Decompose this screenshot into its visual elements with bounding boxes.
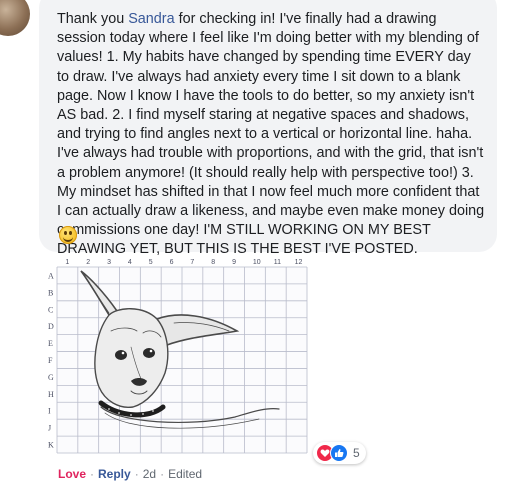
author-link[interactable]: Sandra: [128, 11, 174, 27]
grid-column-label: 6: [170, 259, 174, 266]
grid-row-label: I: [48, 407, 51, 416]
timestamp[interactable]: 2d: [143, 467, 156, 481]
grid-column-label: 7: [190, 259, 194, 266]
separator: ·: [90, 467, 95, 481]
grid-row-label: B: [48, 288, 53, 297]
love-link[interactable]: Love: [58, 467, 86, 481]
grid-column-label: 11: [274, 259, 281, 266]
grid-column-label: 3: [107, 259, 111, 266]
grid-column-label: 9: [232, 259, 236, 266]
grid-row-label: C: [48, 305, 53, 314]
grid-row-label: E: [48, 339, 53, 348]
reply-link[interactable]: Reply: [98, 467, 131, 481]
reaction-count: 5: [353, 446, 360, 460]
grid-column-label: 8: [211, 259, 215, 266]
grid-column-label: 5: [149, 259, 153, 266]
grid-column-label: 10: [253, 259, 261, 266]
grid-column-label: 12: [295, 259, 303, 266]
grid-row-label: F: [48, 356, 53, 365]
separator: ·: [134, 467, 139, 481]
avatar[interactable]: [0, 0, 30, 36]
edited-label[interactable]: Edited: [168, 467, 202, 481]
grid-row-label: G: [48, 373, 54, 382]
grid-row-label: D: [48, 322, 54, 331]
grid-column-label: 2: [86, 259, 90, 266]
grid-drawing: 1 2 3 4 5 6 7 8 9 10 11 12 ABCDEFGHIJK: [39, 257, 312, 455]
grid-row-label: J: [48, 424, 51, 433]
grid-column-label: 1: [65, 259, 69, 266]
grid-row-label: H: [48, 390, 54, 399]
reactions-summary[interactable]: 5: [313, 442, 366, 464]
comment-text: Thank you Sandra for checking in! I've f…: [57, 11, 489, 258]
comment-actions: Love · Reply · 2d · Edited: [58, 467, 202, 481]
grid-column-label: 4: [128, 259, 132, 266]
like-icon: [330, 444, 348, 462]
grid-row-label: K: [48, 441, 54, 450]
smiley-emoji-icon: [59, 226, 77, 244]
grid-row-label: A: [48, 271, 54, 280]
separator: ·: [160, 467, 165, 481]
attached-drawing-photo[interactable]: 1 2 3 4 5 6 7 8 9 10 11 12 ABCDEFGHIJK: [39, 257, 312, 455]
